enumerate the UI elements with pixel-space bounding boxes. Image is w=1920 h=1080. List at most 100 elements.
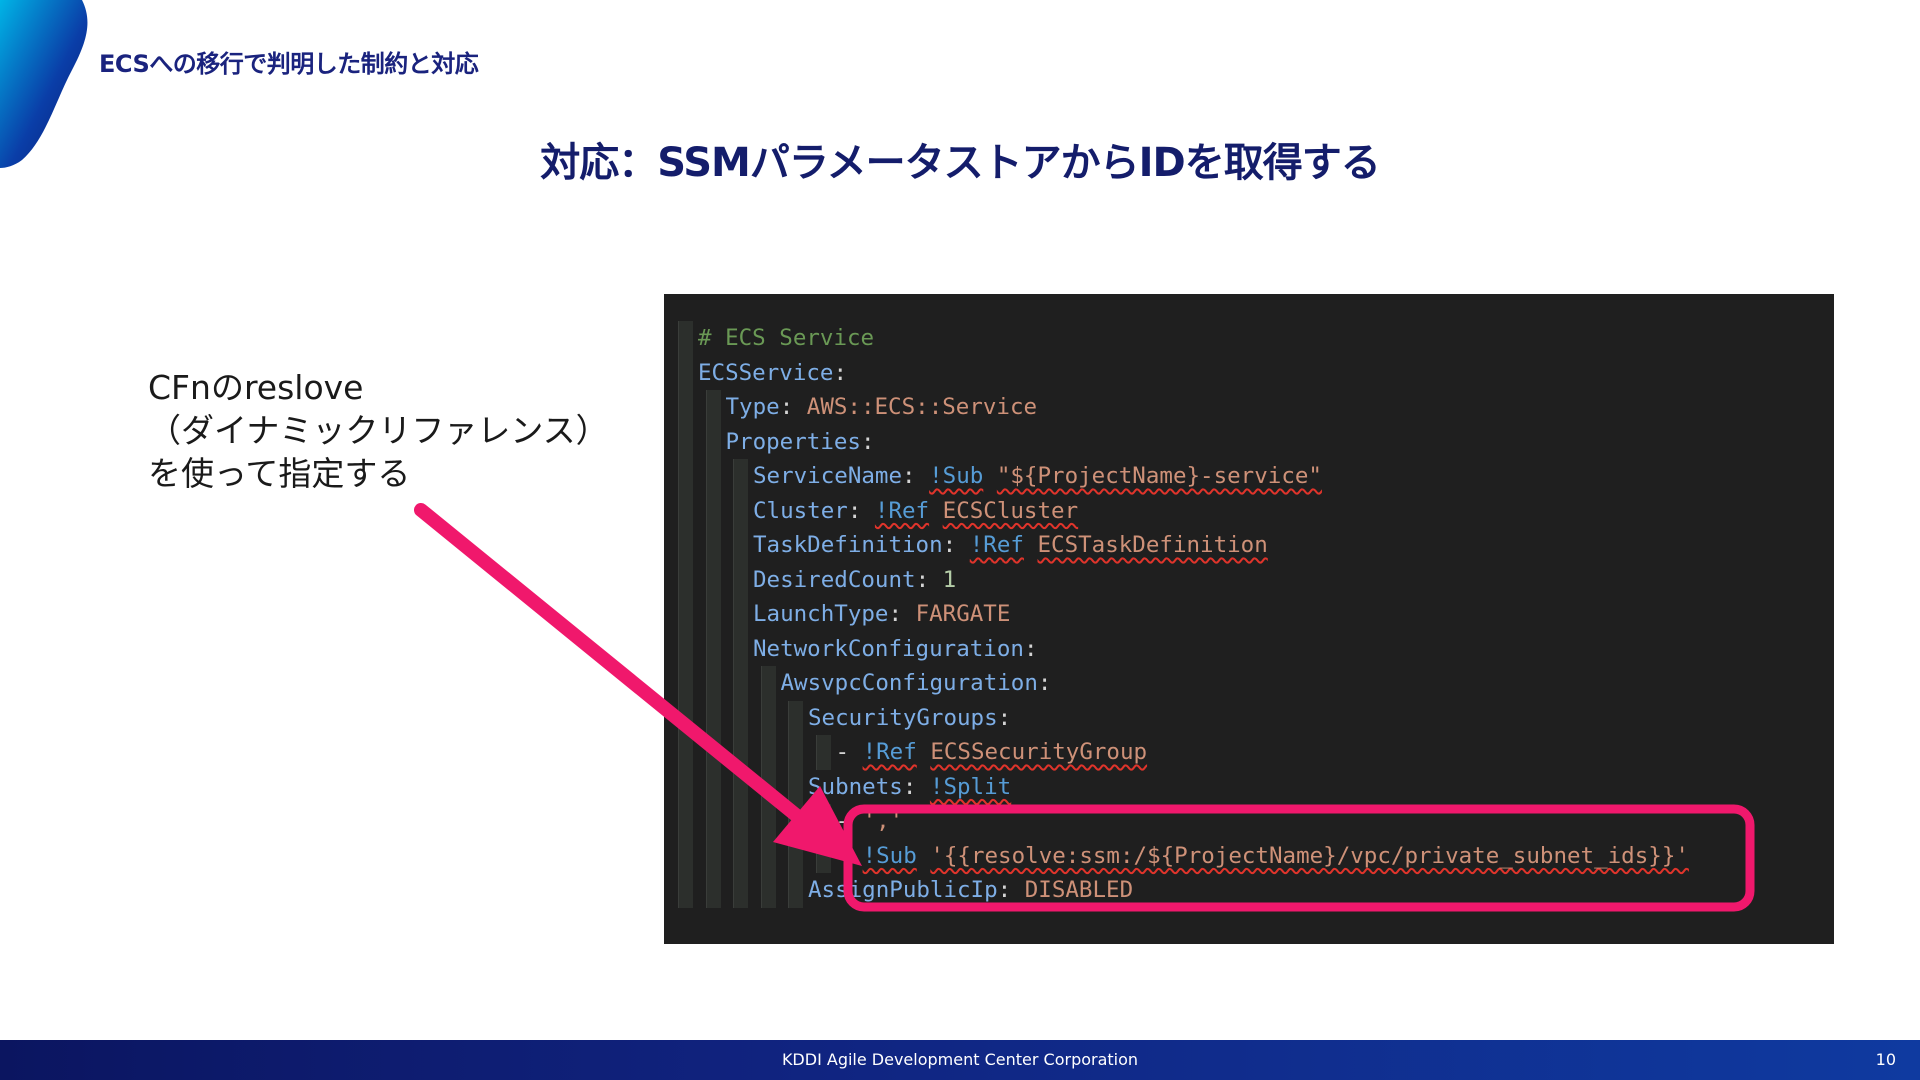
code-token: 1 [942, 566, 957, 593]
code-token: # ECS Service [698, 325, 875, 351]
indent-guide [678, 666, 693, 701]
indent-guide [678, 562, 693, 597]
code-text: AssignPublicIp: DISABLED [808, 873, 1133, 908]
footer-bar: KDDI Agile Development Center Corporatio… [0, 1040, 1920, 1080]
code-token: Properties [725, 428, 861, 455]
code-token: AssignPublicIp [808, 877, 998, 903]
indent-guide [733, 804, 748, 839]
indent-guide [705, 873, 721, 908]
indent-guide [733, 597, 748, 632]
indent-guide [705, 666, 721, 701]
indent-guide [788, 838, 803, 873]
code-token: SecurityGroups [808, 704, 998, 731]
code-token: : [860, 428, 875, 455]
code-token: Type [725, 394, 780, 420]
code-text: ServiceName: !Sub "${ProjectName}-servic… [753, 459, 1322, 494]
indent-guide [733, 562, 748, 597]
code-text: - !Sub '{{resolve:ssm:/${ProjectName}/vp… [836, 839, 1689, 874]
code-text: Subnets: !Split [808, 770, 1011, 805]
code-text: # ECS Service [698, 321, 874, 356]
code-token: ECSService [698, 359, 834, 386]
slide-title: 対応：SSMパラメータストアからIDを取得する [540, 140, 1381, 186]
code-token: - [835, 808, 863, 834]
code-token: !Sub [862, 842, 917, 869]
code-token: : [833, 359, 848, 386]
indent-guide [678, 459, 693, 494]
indent-guide [760, 769, 776, 804]
code-token: !Ref [874, 497, 930, 524]
code-text: Cluster: !Ref ECSCluster [753, 494, 1078, 529]
indent-guide [678, 321, 693, 356]
indent-guide [705, 528, 721, 563]
indent-guide [705, 424, 721, 459]
indent-guide [760, 838, 776, 873]
code-text: Type: AWS::ECS::Service [726, 390, 1038, 425]
code-token: !Ref [862, 739, 917, 765]
indent-guide [788, 735, 803, 770]
footer-company: KDDI Agile Development Center Corporatio… [781, 1050, 1139, 1069]
indent-guide [705, 735, 721, 770]
code-token: ECSSecurityGroup [930, 739, 1148, 765]
note-line: を使って指定する [148, 454, 411, 493]
note-line: CFnのreslove [148, 368, 364, 407]
code-text: LaunchType: FARGATE [753, 597, 1010, 632]
code-token: : [915, 566, 943, 593]
indent-guide [705, 597, 721, 632]
page-number: 10 [1875, 1050, 1896, 1069]
code-token: AwsvpcConfiguration [780, 670, 1038, 696]
indent-guide [733, 666, 748, 701]
indent-guide [760, 804, 776, 839]
code-token: : [847, 497, 875, 524]
indent-guide [788, 769, 803, 804]
code-token: !Ref [969, 532, 1024, 558]
indent-guide [733, 493, 748, 528]
code-token: LaunchType [753, 601, 889, 627]
indent-guide [678, 769, 693, 804]
indent-guide [705, 493, 721, 528]
code-token: : [779, 394, 807, 420]
indent-guide [733, 838, 748, 873]
indent-guide [705, 562, 721, 597]
code-token: - [835, 739, 863, 765]
indent-guide [733, 873, 748, 908]
code-token: : [997, 704, 1012, 731]
code-token: : [1037, 670, 1052, 696]
indent-guide [760, 666, 776, 701]
code-text: - ',' [836, 804, 904, 839]
indent-guide [705, 700, 721, 735]
indent-guide [705, 390, 721, 425]
indent-guide [733, 735, 748, 770]
code-token: !Sub [929, 463, 984, 489]
annotation-note: CFnのreslove （ダイナミックリファレンス） を使って指定する [148, 366, 609, 495]
code-token: NetworkConfiguration [753, 635, 1024, 662]
code-token: DesiredCount [753, 566, 916, 593]
indent-guide [678, 804, 693, 839]
code-token: DISABLED [1024, 877, 1134, 903]
indent-guide [705, 804, 721, 839]
code-token: : [902, 773, 930, 800]
code-token: Cluster [753, 497, 848, 524]
indent-guide [760, 700, 776, 735]
code-token: ',' [862, 808, 904, 834]
indent-guide [733, 459, 748, 494]
indent-guide [815, 735, 831, 770]
indent-guide [733, 769, 748, 804]
indent-guide [760, 735, 776, 770]
code-token: ECSTaskDefinition [1037, 532, 1268, 558]
code-token: : [942, 532, 970, 558]
indent-guide [678, 631, 693, 666]
indent-guide [678, 700, 693, 735]
code-token: ECSCluster [942, 497, 1079, 524]
indent-guide [705, 631, 721, 666]
indent-guide [788, 873, 803, 908]
code-token: "${ProjectName}-service" [996, 463, 1322, 489]
code-token: ServiceName [753, 463, 903, 489]
indent-guide [815, 838, 831, 873]
indent-guide [678, 424, 693, 459]
indent-guide [678, 838, 693, 873]
code-text: - !Ref ECSSecurityGroup [836, 735, 1148, 770]
code-token: : [997, 877, 1025, 903]
